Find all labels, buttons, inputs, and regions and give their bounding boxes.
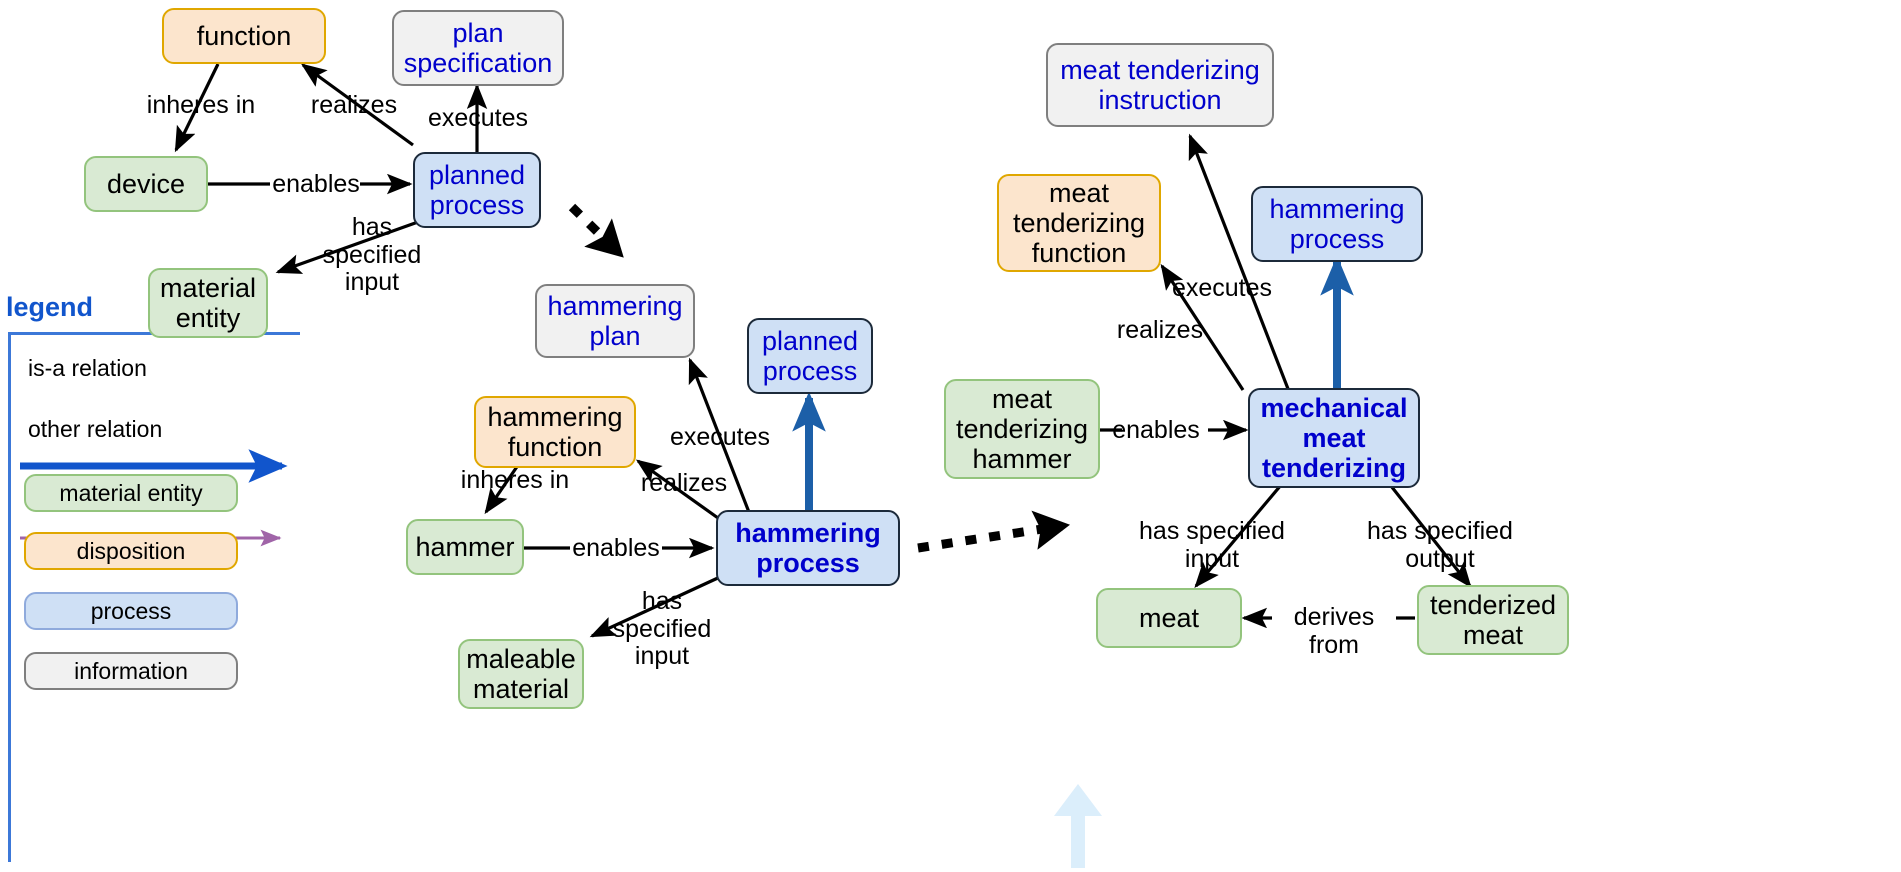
node-mechanical-meat-tenderizing[interactable]: mechanical meat tenderizing <box>1248 388 1420 488</box>
node-meat-tenderizing-hammer[interactable]: meat tenderizing hammer <box>944 379 1100 479</box>
node-maleable-material[interactable]: maleable material <box>458 639 584 709</box>
node-hammering-function[interactable]: hammering function <box>474 396 636 468</box>
node-hammering-plan[interactable]: hammering plan <box>535 284 695 358</box>
node-meat-label: meat <box>1138 602 1200 633</box>
node-tenderized-meat[interactable]: tenderized meat <box>1417 585 1569 655</box>
node-meat[interactable]: meat <box>1096 588 1242 648</box>
legend-left-rule <box>8 332 11 862</box>
edge-label-enables-left: enables <box>272 170 360 198</box>
legend-is-a-relation-label: is-a relation <box>28 355 147 381</box>
edge-label-enables-middle: enables <box>572 534 660 562</box>
legend-chip-material-entity-label: material entity <box>59 479 203 506</box>
legend-other-relation-label: other relation <box>28 416 163 442</box>
edge-label-realizes-right: realizes <box>1116 316 1204 344</box>
legend-chip-disposition: disposition <box>24 532 238 570</box>
node-hammer[interactable]: hammer <box>406 519 524 575</box>
node-tenderized-meat-label: tenderized meat <box>1429 589 1557 650</box>
edge-label-realizes-left: realizes <box>310 91 398 119</box>
node-meat-tenderizing-instruction-label: meat tenderizing instruction <box>1060 54 1260 115</box>
edge-label-has-specified-input-middle: has specified input <box>612 587 712 670</box>
edge-label-realizes-middle: realizes <box>640 469 728 497</box>
node-device[interactable]: device <box>84 156 208 212</box>
node-plan-specification-label: plan specification <box>403 17 553 78</box>
node-maleable-material-label: maleable material <box>466 643 576 704</box>
node-meat-tenderizing-hammer-label: meat tenderizing hammer <box>955 383 1089 475</box>
edge-label-inheres-in-left: inheres in <box>146 91 256 119</box>
edge-label-has-specified-input-left: has specified input <box>322 213 422 296</box>
edge-label-inheres-in-middle: inheres in <box>460 466 570 494</box>
node-planned-process-label: planned process <box>428 159 526 220</box>
node-meat-tenderizing-function-label: meat tenderizing function <box>1012 177 1146 269</box>
edge-label-executes-right: executes <box>1171 274 1273 302</box>
legend-chip-information: information <box>24 652 238 690</box>
node-planned-process[interactable]: planned process <box>413 152 541 228</box>
legend-chip-disposition-label: disposition <box>76 537 186 564</box>
node-planned-process-2[interactable]: planned process <box>747 318 873 394</box>
edge-label-derives-from: derives from <box>1293 603 1375 659</box>
node-hammering-process-2[interactable]: hammering process <box>1251 186 1423 262</box>
node-meat-tenderizing-function[interactable]: meat tenderizing function <box>997 174 1161 272</box>
legend-chip-process-label: process <box>90 597 172 624</box>
node-meat-tenderizing-instruction[interactable]: meat tenderizing instruction <box>1046 43 1274 127</box>
node-plan-specification[interactable]: plan specification <box>392 10 564 86</box>
node-hammer-label: hammer <box>415 531 515 562</box>
node-function-label: function <box>196 20 292 51</box>
legend-chip-information-label: information <box>74 657 188 684</box>
node-hammering-plan-label: hammering plan <box>547 290 683 351</box>
edge-label-executes-middle: executes <box>669 423 771 451</box>
diagram-canvas: legend is-a relation other relation mate… <box>0 0 1901 872</box>
legend-chip-material-entity: material entity <box>24 474 238 512</box>
edge-label-has-specified-input-right: has specified input <box>1139 517 1285 573</box>
node-hammering-process-label: hammering process <box>735 517 881 578</box>
edge-label-has-specified-output-right: has specified output <box>1367 517 1513 573</box>
node-hammering-process-2-label: hammering process <box>1269 193 1405 254</box>
node-planned-process-2-label: planned process <box>761 325 859 386</box>
node-device-label: device <box>106 168 186 199</box>
legend-title: legend <box>6 292 94 322</box>
node-function[interactable]: function <box>162 8 326 64</box>
node-material-entity-label: material entity <box>159 272 257 333</box>
node-hammering-function-label: hammering function <box>487 401 623 462</box>
node-material-entity[interactable]: material entity <box>148 268 268 338</box>
edge-label-enables-right: enables <box>1112 416 1200 444</box>
node-hammering-process[interactable]: hammering process <box>716 510 900 586</box>
edge-label-executes-left: executes <box>427 104 529 132</box>
legend-chip-process: process <box>24 592 238 630</box>
node-mechanical-meat-tenderizing-label: mechanical meat tenderizing <box>1260 392 1408 484</box>
